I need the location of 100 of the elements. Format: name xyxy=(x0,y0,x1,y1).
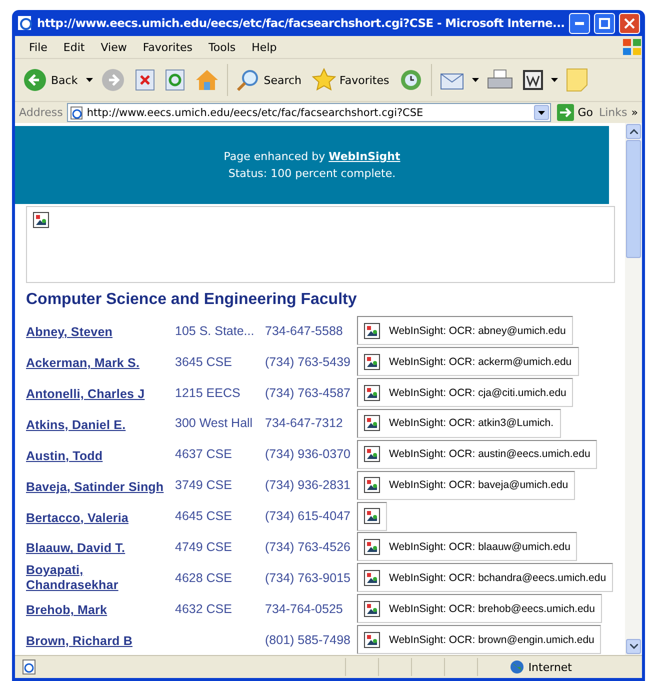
faculty-name-link[interactable]: Boyapati, Chandrasekhar xyxy=(26,562,175,593)
broken-image-icon xyxy=(364,384,380,401)
scroll-down-button[interactable] xyxy=(626,639,641,654)
broken-image-icon xyxy=(364,600,380,617)
menu-item[interactable]: Help xyxy=(244,40,285,54)
address-text: http://www.eecs.umich.edu/eecs/etc/fac/facsearchshort.cgi?CSE xyxy=(86,106,424,118)
broken-image-icon xyxy=(364,322,380,339)
phone-cell-text: 734-647-5588 xyxy=(265,324,344,338)
room-cell-text: 4749 CSE xyxy=(175,540,233,554)
phone-cell-text: 734-647-7312 xyxy=(265,416,344,430)
ocr-text: WebInSight: OCR: abney@umich.edu xyxy=(389,324,566,337)
phone-cell-text: (734) 763-4526 xyxy=(265,540,352,554)
faculty-name-link[interactable]: Brehob, Mark xyxy=(26,603,108,618)
ocr-text: WebInSight: OCR: brehob@eecs.umich.edu xyxy=(389,602,595,615)
caret-icon[interactable] xyxy=(538,110,545,114)
faculty-name-link[interactable]: Abney, Steven xyxy=(26,325,113,340)
faculty-name-link[interactable]: Blaauw, David T. xyxy=(26,541,126,556)
room-cell-text: 4628 CSE xyxy=(175,570,233,585)
menu-item[interactable]: File xyxy=(21,40,56,54)
window-title: http://www.eecs.umich.edu/eecs/etc/fac/facsearchshort.cgi?CSE - Microsoft Interne... xyxy=(37,16,565,30)
close-button[interactable] xyxy=(619,12,640,34)
globe-icon xyxy=(510,660,524,674)
phone-cell-text: (801) 585-7498 xyxy=(265,632,352,647)
room-cell-text: 300 West Hall xyxy=(175,416,254,430)
broken-image-icon xyxy=(364,508,380,524)
menu-item[interactable]: Favorites xyxy=(134,40,201,54)
broken-image-icon xyxy=(364,477,380,494)
phone-cell-text: (734) 936-2831 xyxy=(265,478,352,492)
maximize-button[interactable] xyxy=(594,12,615,34)
ocr-text: WebInSight: OCR: ackerm@umich.edu xyxy=(389,356,572,368)
faculty-name-link[interactable]: Baveja, Satinder Singh xyxy=(26,480,164,495)
note-icon xyxy=(566,68,588,92)
document-icon xyxy=(523,70,544,90)
minimize-button[interactable] xyxy=(569,12,590,34)
dropdown-button[interactable] xyxy=(534,105,549,120)
menu-item[interactable]: Edit xyxy=(55,40,93,54)
faculty-name-link[interactable]: Ackerman, Mark S. xyxy=(26,356,140,372)
status-text: Status: 100 percent complete. xyxy=(228,166,396,182)
history-icon xyxy=(399,68,424,92)
scroll-up-button[interactable] xyxy=(626,124,641,139)
ocr-text: WebInSight: OCR: bchandra@eecs.umich.edu xyxy=(389,572,606,584)
broken-image-icon xyxy=(364,354,380,370)
ocr-text: WebInSight: OCR: atkin3@Lumich. xyxy=(389,417,554,430)
phone-cell-text: 734-764-0525 xyxy=(265,602,344,616)
maximize-icon xyxy=(599,18,610,28)
caret-icon[interactable] xyxy=(551,78,558,82)
faculty-name-link[interactable]: Brown, Richard B xyxy=(26,634,132,650)
printer-icon xyxy=(487,69,514,91)
refresh-button[interactable] xyxy=(162,67,187,93)
back-button[interactable]: Back xyxy=(21,66,80,94)
page-heading: Computer Science and Engineering Faculty xyxy=(26,291,358,310)
star-icon xyxy=(312,68,336,92)
webinsight-link[interactable]: WebInSight xyxy=(328,150,400,163)
ocr-text: WebInSight: OCR: cja@citi.umich.edu xyxy=(389,386,566,399)
scrollbar[interactable] xyxy=(625,123,642,655)
menu-item[interactable]: View xyxy=(92,40,135,54)
stop-button[interactable] xyxy=(132,67,157,93)
ocr-text: WebInSight: OCR: austin@eecs.umich.edu xyxy=(389,448,590,460)
phone-cell-text: (734) 936-0370 xyxy=(265,447,352,462)
faculty-name-link[interactable]: Austin, Todd xyxy=(26,448,103,464)
room-cell-text: 1215 EECS xyxy=(175,386,242,400)
ocr-text: WebInSight: OCR: brown@engin.umich.edu xyxy=(389,634,594,646)
ocr-text: WebInSight: OCR: baveja@umich.edu xyxy=(389,479,568,492)
page-icon xyxy=(70,106,84,120)
faculty-name-link[interactable]: Atkins, Daniel E. xyxy=(26,418,126,433)
faculty-name-link[interactable]: Antonelli, Charles J xyxy=(26,387,145,402)
search-icon xyxy=(236,68,260,92)
favorites-button[interactable]: Favorites xyxy=(310,66,392,94)
faculty-name-link[interactable]: Bertacco, Valeria xyxy=(26,510,128,526)
minimize-icon xyxy=(575,22,584,24)
scroll-thumb[interactable] xyxy=(626,140,641,258)
search-button[interactable]: Search xyxy=(234,66,304,94)
room-cell-text: 4632 CSE xyxy=(175,602,233,616)
address-field[interactable]: http://www.eecs.umich.edu/eecs/etc/fac/facsearchshort.cgi?CSE xyxy=(66,103,551,122)
room-cell-text: 4637 CSE xyxy=(175,447,233,462)
caret-icon[interactable] xyxy=(472,78,480,82)
windows-logo-icon xyxy=(622,38,642,56)
room-cell-text: 4645 CSE xyxy=(175,509,233,524)
close-icon xyxy=(624,18,635,28)
links-label[interactable]: Links xyxy=(599,106,628,119)
broken-image-icon xyxy=(364,570,380,586)
edit-button[interactable] xyxy=(521,68,546,92)
room-cell-text: 105 S. State... xyxy=(175,324,256,338)
broken-image-icon xyxy=(364,538,380,555)
broken-image-icon xyxy=(364,415,380,432)
refresh-icon xyxy=(164,69,185,91)
room-cell-text: 3645 CSE xyxy=(175,354,233,369)
go-button[interactable]: Go xyxy=(554,102,595,123)
address-label: Address xyxy=(19,106,63,119)
more-chevron[interactable]: » xyxy=(631,106,638,119)
page-icon xyxy=(17,15,33,31)
broken-image-icon xyxy=(364,632,380,648)
room-cell-text: 3749 CSE xyxy=(175,478,233,492)
home-icon xyxy=(194,69,219,91)
stop-icon xyxy=(134,69,155,91)
phone-cell-text: (734) 615-4047 xyxy=(265,509,352,524)
broken-image-icon xyxy=(33,212,49,228)
menu-item[interactable]: Tools xyxy=(200,40,244,54)
caret-icon[interactable] xyxy=(86,78,93,82)
zone-label: Internet xyxy=(528,660,572,674)
